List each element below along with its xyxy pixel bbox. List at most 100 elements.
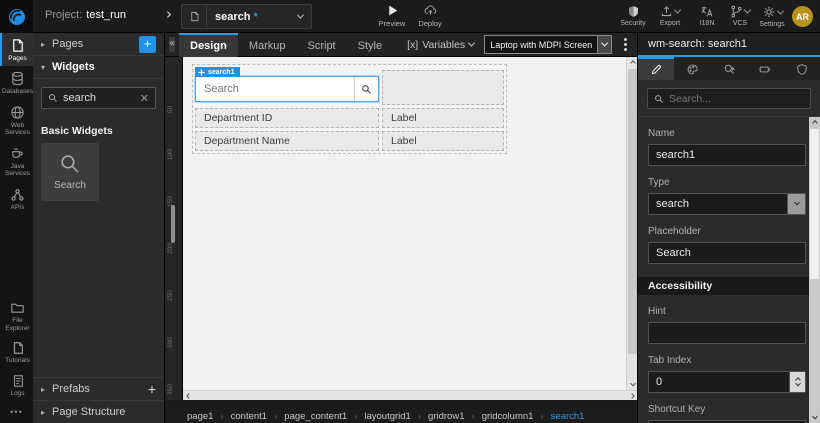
top-bar: Project:test_run › search * Preview Depl… <box>0 0 820 33</box>
name-input[interactable] <box>649 149 805 161</box>
deploy-button[interactable]: Deploy <box>410 4 450 28</box>
canvas-vertical-scrollbar[interactable] <box>626 57 637 390</box>
scroll-up-arrow[interactable] <box>809 117 820 128</box>
label-widget[interactable]: Department Name <box>195 131 379 151</box>
placeholder-field[interactable] <box>648 242 806 264</box>
inspector-scrollbar[interactable] <box>809 117 820 423</box>
chevron-down-icon[interactable] <box>787 194 805 214</box>
grid-column-empty[interactable] <box>382 70 504 105</box>
label-widget[interactable]: Label <box>382 131 504 151</box>
breadcrumb-item[interactable]: gridcolumn1 <box>482 411 534 422</box>
selected-widget-tag[interactable]: search1 <box>195 67 240 77</box>
rail-item-apis[interactable]: APIs <box>0 182 33 215</box>
search-widget-tile[interactable]: Search <box>41 143 99 201</box>
tab-index-field[interactable] <box>648 371 806 393</box>
settings-button[interactable]: Settings <box>756 5 788 28</box>
prefabs-section-header[interactable]: ▸ Prefabs + <box>33 377 164 400</box>
rail-more-button[interactable]: ••• <box>0 401 33 423</box>
rail-item-databases[interactable]: Databases <box>0 66 33 99</box>
grid-row: Department Name Label <box>195 131 504 151</box>
vertical-scrollbar-thumb[interactable] <box>171 205 175 243</box>
rail-item-logs[interactable]: Logs <box>0 369 33 401</box>
preview-button[interactable]: Preview <box>372 4 412 28</box>
layout-grid[interactable]: search1 Department ID Label Department N… <box>192 64 507 154</box>
search-icon <box>361 84 372 95</box>
breadcrumb-item[interactable]: page_content1 <box>284 411 347 422</box>
tab-styles[interactable] <box>674 57 710 80</box>
placeholder-input[interactable] <box>649 247 805 259</box>
breadcrumb-item[interactable]: layoutgrid1 <box>364 411 410 422</box>
property-search-box[interactable] <box>647 88 811 109</box>
search-widget[interactable] <box>195 76 379 102</box>
tab-style[interactable]: Style <box>347 33 393 57</box>
tab-script[interactable]: Script <box>297 33 347 57</box>
grid-column-search[interactable]: search1 <box>195 67 379 105</box>
widgets-section-header[interactable]: ▾ Widgets <box>33 56 164 79</box>
user-avatar[interactable]: AR <box>792 6 813 27</box>
hint-input[interactable] <box>649 327 805 339</box>
widget-search-input[interactable] <box>63 92 140 104</box>
vcs-button[interactable]: VCS <box>722 5 758 27</box>
coffee-icon <box>10 146 25 161</box>
property-search-input[interactable] <box>669 93 804 105</box>
rail-item-java-services[interactable]: Java Services <box>0 141 33 182</box>
breadcrumb-item-current[interactable]: search1 <box>551 411 585 422</box>
tab-properties[interactable] <box>638 57 674 80</box>
page-structure-section-header[interactable]: ▸ Page Structure <box>33 400 164 423</box>
rail-item-web-services[interactable]: Web Services <box>0 100 33 141</box>
clear-search-icon[interactable]: ✕ <box>140 92 149 105</box>
tab-index-input[interactable] <box>649 376 789 388</box>
rail-item-pages[interactable]: Pages <box>0 33 33 66</box>
left-rail: Pages Databases Web Services Java Servic… <box>0 33 33 423</box>
wavemaker-studio: Project:test_run › search * Preview Depl… <box>0 0 820 423</box>
label-widget[interactable]: Department ID <box>195 108 379 128</box>
tab-advanced-search[interactable] <box>711 57 747 80</box>
breadcrumb-item[interactable]: content1 <box>231 411 267 422</box>
canvas-search-input[interactable] <box>196 77 354 101</box>
name-label: Name <box>648 128 806 139</box>
scrollbar-thumb[interactable] <box>810 129 819 279</box>
canvas-horizontal-scrollbar[interactable] <box>183 390 637 400</box>
search-settings-icon <box>723 63 736 76</box>
hint-field[interactable] <box>648 322 806 344</box>
scroll-right-arrow[interactable] <box>626 391 637 401</box>
export-button[interactable]: Export <box>652 5 688 27</box>
number-stepper[interactable] <box>789 372 805 392</box>
device-select[interactable]: Laptop with MDPI Screen <box>484 35 612 54</box>
more-options-kebab[interactable] <box>621 35 630 54</box>
tab-device[interactable] <box>747 57 783 80</box>
name-field[interactable] <box>648 144 806 166</box>
tab-markup[interactable]: Markup <box>238 33 297 57</box>
database-icon <box>10 71 25 86</box>
scrollbar-thumb[interactable] <box>628 69 637 354</box>
topbar-separator: › <box>166 5 172 23</box>
variables-menu[interactable]: [x] Variables <box>407 39 474 51</box>
canvas-search-button[interactable] <box>354 77 378 101</box>
pages-section-header[interactable]: ▸ Pages + <box>33 33 164 56</box>
add-prefab-button[interactable]: + <box>148 381 156 397</box>
page-selector[interactable]: search * <box>181 4 312 29</box>
scroll-down-arrow[interactable] <box>809 412 820 423</box>
breadcrumb-item[interactable]: gridrow1 <box>428 411 464 422</box>
collapse-panel-button[interactable]: « <box>169 37 175 52</box>
wavemaker-logo[interactable] <box>0 0 33 33</box>
shield-outline-icon <box>796 63 808 76</box>
grid-row: Department ID Label <box>195 108 504 128</box>
hint-label: Hint <box>648 306 806 317</box>
security-button[interactable]: Security <box>615 5 651 27</box>
type-value[interactable] <box>649 198 787 210</box>
tab-security[interactable] <box>784 57 820 80</box>
type-select[interactable] <box>648 193 806 215</box>
chevron-down-icon <box>674 7 681 14</box>
tab-design[interactable]: Design <box>179 33 238 57</box>
add-page-button[interactable]: + <box>139 36 156 53</box>
label-widget[interactable]: Label <box>382 108 504 128</box>
scroll-left-arrow[interactable] <box>183 391 194 401</box>
rail-item-file-explorer[interactable]: File Explorer <box>0 295 33 336</box>
widget-search-box[interactable]: ✕ <box>41 87 156 109</box>
i18n-button[interactable]: I18N <box>689 5 725 27</box>
breadcrumb-item[interactable]: page1 <box>187 411 213 422</box>
pencil-icon <box>650 63 663 76</box>
design-canvas[interactable]: search1 Department ID Label Department N… <box>183 57 637 400</box>
rail-item-tutorials[interactable]: Tutorials <box>0 336 33 368</box>
